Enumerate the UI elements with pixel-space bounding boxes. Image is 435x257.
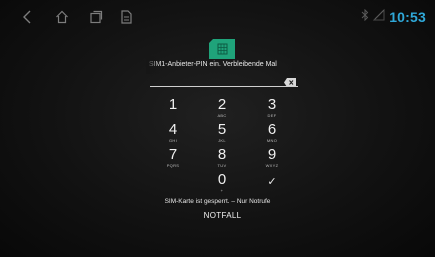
sim-card-icon <box>117 8 135 26</box>
key-letters: TUV <box>217 163 227 168</box>
key-letters: DEF <box>267 113 277 118</box>
sim-card-icon <box>208 39 236 59</box>
backspace-icon[interactable] <box>284 74 296 87</box>
key-7[interactable]: 7 PQRS <box>153 147 193 175</box>
clock: 10:53 <box>389 9 426 25</box>
key-0[interactable]: 0 + <box>202 172 242 200</box>
bluetooth-icon <box>361 8 369 26</box>
key-letters: JKL <box>218 138 226 143</box>
key-digit: 9 <box>267 146 277 163</box>
key-letters: ABC <box>217 113 227 118</box>
key-digit: 6 <box>267 121 277 138</box>
status-indicators: 10:53 <box>361 8 426 26</box>
key-digit: 8 <box>217 146 227 163</box>
pin-prompt: n SIM1-Anbieter-PIN ein. Verbleibende Ma… <box>148 58 298 72</box>
key-digit: 7 <box>168 146 178 163</box>
home-icon[interactable] <box>53 8 71 26</box>
checkmark-icon: ✓ <box>267 176 277 188</box>
pin-input[interactable] <box>150 72 298 87</box>
key-digit: 3 <box>267 96 277 113</box>
key-letters: PQRS <box>166 163 180 168</box>
key-digit: 0 <box>217 171 227 188</box>
pin-underline <box>150 86 298 87</box>
key-letters: + <box>220 188 224 193</box>
key-digit: 1 <box>168 96 178 113</box>
key-letters: MNO <box>266 138 278 143</box>
key-digit: 4 <box>168 121 178 138</box>
sim-locked-message: SIM-Karte ist gesperrt. – Nur Notrufe <box>164 198 271 205</box>
back-icon[interactable] <box>18 8 36 26</box>
no-signal-icon <box>372 8 385 26</box>
recents-icon[interactable] <box>87 8 105 26</box>
key-digit: 2 <box>217 96 227 113</box>
key-letters: GHI <box>168 138 177 143</box>
key-9[interactable]: 9 WXYZ <box>252 147 292 175</box>
status-bar: 10:53 <box>0 0 435 34</box>
key-digit: 5 <box>217 121 227 138</box>
key-letters: WXYZ <box>265 163 279 168</box>
pin-prompt-text: n SIM1-Anbieter-PIN ein. Verbleibende Ma… <box>148 61 277 68</box>
emergency-call-button[interactable]: NOTFALL <box>190 209 255 223</box>
